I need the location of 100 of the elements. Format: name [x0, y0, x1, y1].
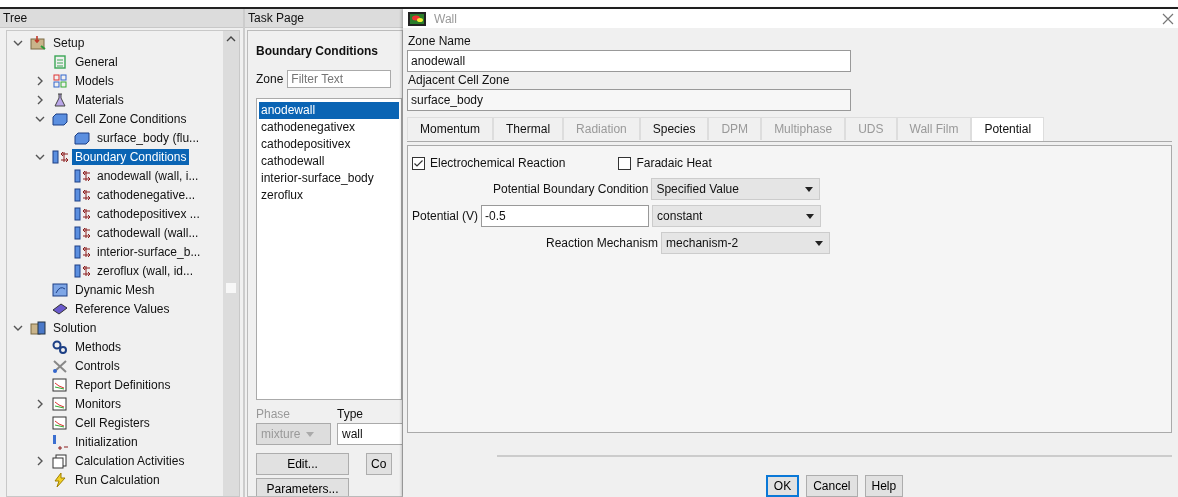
zone-item[interactable]: interior-surface_body: [259, 170, 399, 187]
mechanism-label: Reaction Mechanism: [546, 236, 659, 250]
chevron-icon[interactable]: [35, 75, 45, 86]
checkbox-label: Faradaic Heat: [636, 156, 712, 170]
zone-label: Zone: [256, 72, 284, 86]
tree-item[interactable]: Methods: [72, 338, 125, 355]
tree-item[interactable]: surface_body (flu...: [94, 129, 203, 146]
task-button[interactable]: Edit...: [256, 453, 349, 475]
checkbox[interactable]: [618, 156, 632, 170]
block-icon: [73, 129, 91, 146]
checkbox[interactable]: [412, 156, 425, 170]
tree-item[interactable]: zeroflux (wall, id...: [94, 262, 197, 279]
tree-item[interactable]: Reference Values: [72, 300, 173, 317]
tree-item[interactable]: Models: [72, 72, 117, 89]
zone-item[interactable]: cathodepositivex: [259, 136, 399, 153]
tree-item[interactable]: cathodewall (wall...: [94, 224, 202, 241]
tab[interactable]: Thermal: [493, 117, 564, 140]
tools-icon: [51, 357, 69, 374]
tree-item[interactable]: anodewall (wall, i...: [94, 167, 202, 184]
tab[interactable]: Species: [639, 117, 709, 140]
caret-icon: [805, 186, 814, 192]
tree-item[interactable]: Monitors: [72, 395, 124, 412]
chevron-icon[interactable]: [35, 455, 45, 466]
tree-item[interactable]: Run Calculation: [72, 471, 163, 488]
phase-label: Phase: [256, 407, 292, 421]
dialog-button[interactable]: Help: [864, 475, 904, 497]
caret-icon: [806, 213, 815, 219]
adjacent-zone-label: Adjacent Cell Zone: [408, 72, 511, 89]
bolt-icon: [51, 471, 69, 488]
potential-bc-dropdown[interactable]: Specified Value: [651, 178, 821, 200]
task-button[interactable]: Parameters...: [256, 478, 349, 496]
zone-list[interactable]: anodewall cathodenegativex cathodepositivex cathodewall interior-surface_body zeroflux: [256, 98, 402, 400]
boundary-icon: [51, 148, 69, 165]
dialog-title: Wall: [434, 11, 458, 26]
block-icon: [51, 110, 69, 127]
zone-item[interactable]: anodewall: [259, 102, 399, 119]
close-icon[interactable]: [1162, 12, 1174, 25]
type-label: Type: [337, 407, 364, 421]
boundary-icon: [73, 224, 91, 241]
tree-item[interactable]: Setup: [50, 34, 88, 51]
tree-item[interactable]: Boundary Conditions: [72, 148, 190, 165]
caret-icon: [306, 431, 315, 437]
scrollbar[interactable]: [223, 31, 239, 496]
boundary-icon: [73, 167, 91, 184]
gears-icon: [51, 338, 69, 355]
potential-label: Potential (V): [412, 209, 479, 223]
tree-item[interactable]: Report Definitions: [72, 376, 174, 393]
tree-item[interactable]: General: [72, 53, 121, 70]
tree-item[interactable]: cathodenegative...: [94, 186, 199, 203]
adjacent-zone-field[interactable]: surface_body: [407, 89, 851, 111]
tree-item[interactable]: Initialization: [72, 433, 141, 450]
mechanism-dropdown[interactable]: mechanism-2: [661, 232, 831, 254]
zone-item[interactable]: cathodewall: [259, 153, 399, 170]
zone-name-field[interactable]: anodewall: [407, 50, 851, 72]
boundary-icon: [73, 243, 91, 260]
calculator-icon: [29, 319, 47, 336]
init-icon: [51, 433, 69, 450]
checkbox-label: Electrochemical Reaction: [430, 156, 566, 170]
zone-item[interactable]: zeroflux: [259, 187, 399, 204]
potential-method-dropdown[interactable]: constant: [652, 205, 822, 227]
type-dropdown[interactable]: wall: [337, 423, 402, 445]
grid-icon: [51, 72, 69, 89]
zone-name-label: Zone Name: [408, 33, 472, 50]
filter-field[interactable]: Filter Text: [287, 70, 392, 88]
boundary-icon: [73, 262, 91, 279]
caret-icon: [815, 240, 824, 246]
tab[interactable]: Potential: [971, 117, 1045, 141]
task-page-header: Task Page: [245, 9, 403, 28]
chart-icon: [51, 376, 69, 393]
app-icon: [408, 11, 426, 26]
tree-item[interactable]: Controls: [72, 357, 123, 374]
chart-icon: [51, 414, 69, 431]
boundary-icon: [73, 186, 91, 203]
boundary-icon: [73, 205, 91, 222]
task-heading: Boundary Conditions: [256, 44, 379, 58]
tree-item[interactable]: Solution: [50, 319, 100, 336]
dialog-button[interactable]: Cancel: [806, 475, 858, 497]
box-icon: [29, 34, 47, 51]
tree-header: Tree: [0, 9, 243, 28]
list-icon: [51, 53, 69, 70]
scroll-thumb[interactable]: [226, 283, 236, 293]
mesh-icon: [51, 281, 69, 298]
scroll-up-icon[interactable]: [226, 35, 236, 43]
tree-item[interactable]: interior-surface_b...: [94, 243, 204, 260]
tree-item[interactable]: Calculation Activities: [72, 452, 188, 469]
tree-item[interactable]: Cell Registers: [72, 414, 153, 431]
chart-icon: [51, 395, 69, 412]
tab[interactable]: Momentum: [407, 117, 494, 140]
tree-item[interactable]: cathodepositivex ...: [94, 205, 203, 222]
dialog-button[interactable]: OK: [765, 475, 800, 497]
chevron-icon[interactable]: [35, 94, 45, 105]
zone-item[interactable]: cathodenegativex: [259, 119, 399, 136]
potential-field[interactable]: -0.5: [481, 205, 650, 227]
task-button[interactable]: Co: [366, 453, 392, 475]
tree-item[interactable]: Cell Zone Conditions: [72, 110, 190, 127]
chevron-icon[interactable]: [35, 398, 45, 409]
flask-icon: [51, 91, 69, 108]
tree-item[interactable]: Dynamic Mesh: [72, 281, 158, 298]
document-icon: [51, 452, 69, 469]
tree-item[interactable]: Materials: [72, 91, 127, 108]
